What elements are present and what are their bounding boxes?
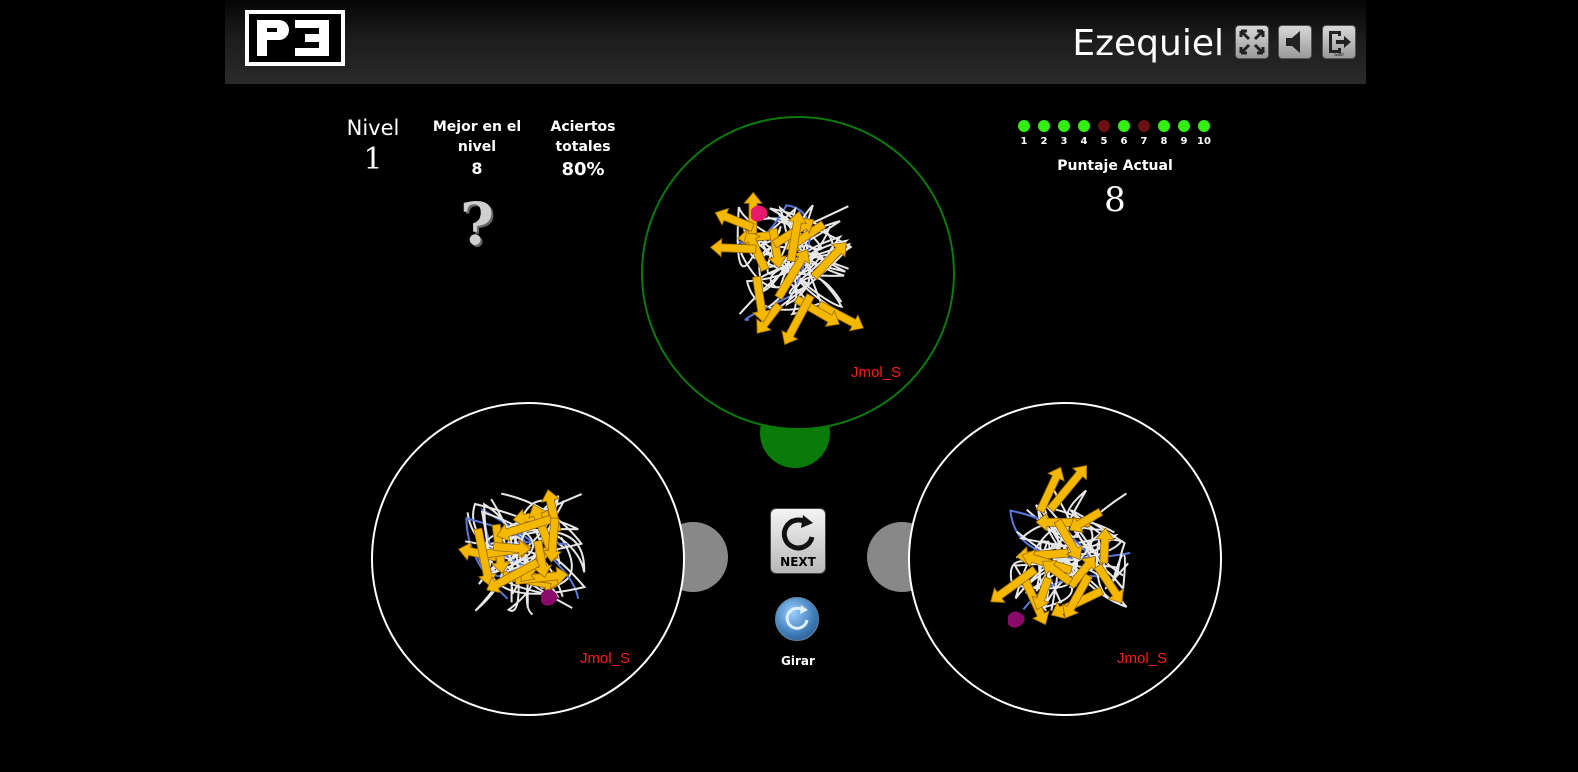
answer-indicator: 4 (1074, 120, 1094, 147)
answer-dot (1198, 120, 1210, 132)
fullscreen-button[interactable] (1235, 25, 1269, 59)
answer-number: 6 (1120, 136, 1128, 147)
best-label-line2: nivel (457, 139, 497, 155)
answer-number: 3 (1060, 136, 1068, 147)
accuracy-label-line1: Aciertos (550, 119, 616, 135)
answer-dot (1158, 120, 1170, 132)
level-value: 1 (363, 142, 383, 177)
left-option-viewer[interactable]: Jmol_S (371, 402, 685, 716)
answer-indicator: 3 (1054, 120, 1074, 147)
answer-dot (1178, 120, 1190, 132)
answer-indicator: 5 (1094, 120, 1114, 147)
level-stat: Nivel 1 (333, 116, 413, 178)
answer-dot (1138, 120, 1150, 132)
username: Ezequiel (1072, 23, 1224, 64)
accuracy-stat: Aciertos totales 80% (540, 117, 626, 180)
answer-number: 10 (1197, 136, 1211, 147)
answer-dot (1098, 120, 1110, 132)
jmol-label: Jmol_S (580, 650, 631, 667)
protein-ribbon-left (457, 488, 587, 616)
target-protein-viewer[interactable]: Jmol_S (641, 116, 955, 430)
answer-number: 5 (1100, 136, 1108, 147)
top-bar: Ezequiel Salir (225, 0, 1366, 84)
rotate-button[interactable] (775, 597, 819, 641)
rotate-label: Girar (781, 654, 815, 668)
jmol-label: Jmol_S (851, 364, 902, 381)
next-label: NEXT (780, 555, 816, 569)
answer-dot (1058, 120, 1070, 132)
accuracy-label-line2: totales (555, 139, 611, 155)
best-label-line1: Mejor en el (432, 119, 522, 135)
score-value: 8 (1104, 180, 1126, 220)
protein-ribbon-right (990, 465, 1131, 628)
best-value: 8 (471, 159, 483, 178)
p3-logo (245, 10, 345, 66)
level-label: Nivel (346, 116, 400, 140)
answer-indicator: 2 (1034, 120, 1054, 147)
answer-indicator: 8 (1154, 120, 1174, 147)
answer-history: 1 2 3 4 5 6 7 8 9 10 (1014, 120, 1214, 147)
answer-dot (1038, 120, 1050, 132)
answer-indicator: 7 (1134, 120, 1154, 147)
answer-number: 7 (1140, 136, 1148, 147)
rotate-icon (785, 605, 809, 630)
answer-number: 8 (1160, 136, 1168, 147)
protein-ribbon-target (709, 191, 864, 346)
fullscreen-icon (1239, 29, 1265, 55)
answer-number: 2 (1040, 136, 1048, 147)
helix-segment (1008, 611, 1025, 628)
answer-indicator: 1 (1014, 120, 1034, 147)
answer-indicator: 9 (1174, 120, 1194, 147)
answer-dot (1118, 120, 1130, 132)
best-stat: Mejor en el nivel 8 (425, 117, 529, 178)
answer-dot (1018, 120, 1030, 132)
exit-label: Salir (1334, 52, 1344, 58)
accuracy-value: 80% (561, 159, 605, 180)
speaker-icon (1286, 31, 1300, 53)
refresh-arrow-icon (781, 515, 815, 551)
next-button[interactable]: NEXT (770, 508, 826, 574)
answer-number: 9 (1180, 136, 1188, 147)
jmol-label: Jmol_S (1117, 650, 1168, 667)
answer-indicator: 10 (1194, 120, 1214, 147)
question-mark-icon: ? (460, 190, 494, 258)
answer-dot (1078, 120, 1090, 132)
right-option-viewer[interactable]: Jmol_S (908, 402, 1222, 716)
answer-number: 4 (1080, 136, 1088, 147)
exit-icon: Salir (1329, 31, 1351, 58)
exit-button[interactable]: Salir (1322, 25, 1356, 59)
score-label: Puntaje Actual (1057, 158, 1173, 174)
sound-button[interactable] (1278, 25, 1312, 59)
answer-indicator: 6 (1114, 120, 1134, 147)
answer-number: 1 (1020, 136, 1028, 147)
